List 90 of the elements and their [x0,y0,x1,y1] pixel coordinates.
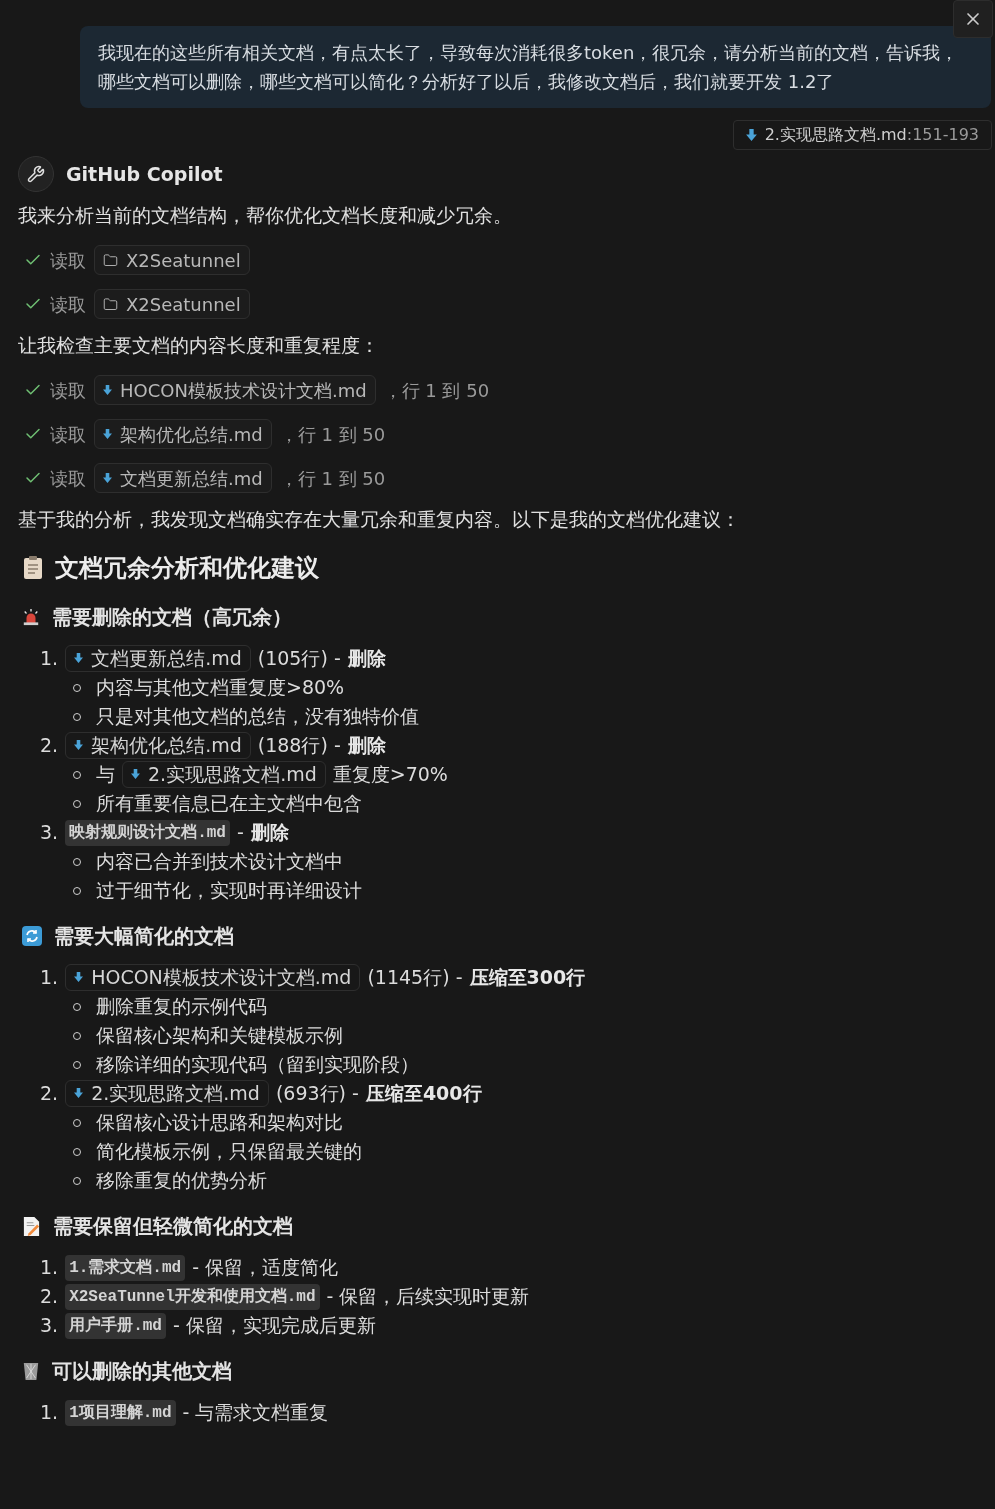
section-heading: 需要保留但轻微简化的文档 [53,1213,293,1240]
text: 所有重要信息已在主文档中包含 [96,791,362,817]
download-arrow-icon [74,972,84,983]
section-heading: 文档冗余分析和优化建议 [55,553,319,584]
tool-verb: 读取 [50,378,86,403]
file-link[interactable]: 2.实现思路文档.md [122,761,326,788]
download-arrow-icon [103,384,112,396]
list-number: 2. [40,733,59,759]
line-range: ，行 1 到 50 [383,378,490,403]
text: 保留核心设计思路和架构对比 [96,1110,343,1136]
line-range: ，行 1 到 50 [279,422,386,447]
list-number: 1. [40,646,59,672]
text: 删除重复的示例代码 [96,994,267,1020]
section-heading: 可以删除的其他文档 [52,1358,232,1385]
text: - 保留，后续实现时更新 [326,1284,530,1310]
line-range: ，行 1 到 50 [279,466,386,491]
section-heading: 需要大幅简化的文档 [54,923,234,950]
text: 与 [96,762,115,788]
bold-text: 删除 [347,733,386,759]
download-arrow-icon [103,472,112,484]
tools-icon [27,165,45,183]
memo-icon [22,1215,41,1237]
inline-code: 用户手册.md [65,1312,166,1339]
text: 只是对其他文档的总结，没有独特价值 [96,704,419,730]
text: (188行) - [257,733,341,759]
tool-verb: 读取 [50,292,86,317]
list-number: 2. [40,1284,59,1310]
text: 内容与其他文档重复度>80% [96,675,345,701]
download-arrow-icon [74,740,84,751]
siren-icon [22,608,40,626]
clipboard-icon [23,556,43,580]
download-arrow-icon [131,769,140,780]
user-message-bubble: 我现在的这些所有相关文档，有点太长了，导致每次消耗很多token，很冗余，请分析当前的文档，告诉我，哪些文档可以删除，哪些文档可以简化？分析好了以后，我修改文档后，我们就要开发 1.2了 [80,26,991,108]
response-paragraph: 基于我的分析，我发现文档确实存在大量冗余和重复内容。以下是我的文档优化建议： [18,507,741,532]
text: - 保留，实现完成后更新 [172,1313,376,1339]
bold-text: 压缩至400行 [365,1081,482,1107]
text: (693行) - [275,1081,359,1107]
text: - 保留，适度简化 [192,1255,339,1281]
bold-text: 删除 [347,646,386,672]
assistant-name: GitHub Copilot [66,161,223,187]
text: 过于细节化，实现时再详细设计 [96,878,362,904]
file-link[interactable]: HOCON模板技术设计文档.md [65,964,361,991]
folder-chip[interactable]: X2Seatunnel [94,289,250,319]
inline-code: 1项目理解.md [65,1399,176,1426]
attachment-name: 2.实现思路文档.md [764,124,907,146]
text: 重复度>70% [332,762,448,788]
list-number: 2. [40,1081,59,1107]
section-heading: 需要删除的文档（高冗余） [52,604,292,631]
inline-code: 映射规则设计文档.md [65,819,230,846]
text: 简化模板示例，只保留最关键的 [96,1139,362,1165]
refresh-icon [22,926,42,946]
inline-code: 1.需求文档.md [65,1254,186,1281]
bold-text: 压缩至300行 [469,965,586,991]
list-number: 1. [40,1400,59,1426]
download-arrow-icon [745,128,757,142]
list-number: 3. [40,820,59,846]
download-arrow-icon [74,1088,84,1099]
text: 内容已合并到技术设计文档中 [96,849,343,875]
folder-icon [103,252,118,268]
file-chip[interactable]: 文档更新总结.md [94,463,272,493]
file-link[interactable]: 文档更新总结.md [65,645,251,672]
file-chip[interactable]: 架构优化总结.md [94,419,272,449]
bold-text: 删除 [250,820,289,846]
file-link[interactable]: 2.实现思路文档.md [65,1080,269,1107]
text: - [236,820,244,846]
file-chip[interactable]: HOCON模板技术设计文档.md [94,375,376,405]
file-link[interactable]: 架构优化总结.md [65,732,251,759]
list-number: 1. [40,965,59,991]
wastebasket-icon [22,1361,40,1381]
tool-verb: 读取 [50,466,86,491]
tool-verb: 读取 [50,422,86,447]
list-number: 3. [40,1313,59,1339]
text: 保留核心架构和关键模板示例 [96,1023,343,1049]
text: (105行) - [257,646,341,672]
text: 移除重复的优势分析 [96,1168,267,1194]
response-paragraph: 让我检查主要文档的内容长度和重复程度： [18,333,380,358]
inline-code: X2SeaTunnel开发和使用文档.md [65,1283,320,1310]
folder-chip[interactable]: X2Seatunnel [94,245,250,275]
folder-icon [103,296,118,312]
text: (1145行) - [367,965,463,991]
close-button[interactable] [953,0,993,38]
download-arrow-icon [74,653,84,664]
list-number: 1. [40,1255,59,1281]
tool-verb: 读取 [50,248,86,273]
response-paragraph: 我来分析当前的文档结构，帮你优化文档长度和减少冗余。 [18,203,513,228]
download-arrow-icon [103,428,112,440]
attachment-chip[interactable]: 2.实现思路文档.md:151-193 [732,120,992,150]
attachment-range: :151-193 [906,124,979,146]
text: 移除详细的实现代码（留到实现阶段） [96,1052,419,1078]
text: - 与需求文档重复 [182,1400,329,1426]
